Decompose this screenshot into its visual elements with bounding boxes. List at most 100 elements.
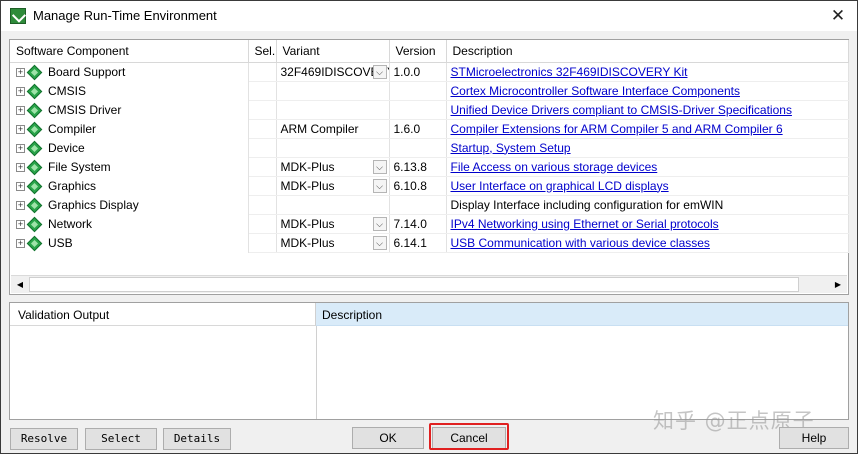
component-description-link[interactable]: User Interface on graphical LCD displays [451,179,669,193]
details-button[interactable]: Details [163,428,231,450]
col-header-variant[interactable]: Variant [276,40,390,63]
expand-plus-icon[interactable]: + [16,181,25,191]
component-variant-cell [276,100,390,120]
component-description-link[interactable]: USB Communication with various device cl… [451,236,710,250]
scroll-right-icon[interactable]: ▶ [830,277,846,292]
component-description-cell: USB Communication with various device cl… [446,233,849,253]
expand-plus-icon[interactable]: + [16,68,25,78]
component-sel-cell [248,62,277,82]
component-variant: MDK-Plus [280,178,335,193]
resolve-button[interactable]: Resolve [10,428,78,450]
component-table: Software Component Sel. Variant Version … [10,40,849,253]
expand-plus-icon[interactable]: + [16,105,25,115]
variant-chevron-down-icon[interactable]: ⌵ [372,159,387,174]
component-description-link[interactable]: Startup, System Setup [451,141,571,155]
component-variant-cell: ARM Compiler [276,119,390,139]
component-description-link[interactable]: IPv4 Networking using Ethernet or Serial… [451,217,719,231]
app-check-icon [10,8,26,24]
component-gem-icon [26,140,43,157]
component-row[interactable]: + Compiler ARM Compiler 1.6.0 Compiler Exten… [10,119,849,139]
expand-plus-icon[interactable]: + [16,238,25,248]
variant-chevron-down-icon[interactable]: ⌵ [372,216,387,231]
help-button[interactable]: Help [779,427,849,449]
component-version: 6.14.1 [389,233,447,253]
scrollbar-thumb[interactable] [29,277,799,292]
component-row[interactable]: + Graphics MDK-Plus ⌵ 6.10.8 User Interface o… [10,176,849,196]
variant-chevron-down-icon[interactable]: ⌵ [372,178,387,193]
component-sel-cell [248,81,277,101]
component-gem-icon [26,121,43,138]
component-description-cell: Unified Device Drivers compliant to CMSI… [446,100,849,120]
expand-plus-icon[interactable]: + [16,162,25,172]
col-header-software-component[interactable]: Software Component [10,40,249,63]
component-description-link[interactable]: Unified Device Drivers compliant to CMSI… [451,103,792,117]
component-row[interactable]: + Board Support 32F469IDISCOVERY ⌵ 1.0.0 STMi… [10,62,849,82]
variant-chevron-down-icon[interactable]: ⌵ [372,235,387,250]
component-gem-icon [26,159,43,176]
component-variant-cell[interactable]: MDK-Plus ⌵ [276,176,390,196]
component-version: 7.14.0 [389,214,447,234]
component-name-cell: + Board Support [10,62,249,81]
component-row[interactable]: + Network MDK-Plus ⌵ 7.14.0 IPv4 Networking u… [10,214,849,234]
close-icon[interactable]: ✕ [827,5,849,27]
expand-plus-icon[interactable]: + [16,219,25,229]
component-gem-icon [26,64,43,81]
component-version [389,100,447,120]
component-row[interactable]: + Graphics Display Display Interface inclu… [10,195,849,215]
component-row[interactable]: + Device Startup, System Setup [10,138,849,158]
col-header-version[interactable]: Version [389,40,447,63]
component-version [389,138,447,158]
col-header-validation-output[interactable]: Validation Output [10,303,316,326]
component-name: Graphics Display [48,197,139,212]
component-sel-cell [248,100,277,120]
component-row[interactable]: + USB MDK-Plus ⌵ 6.14.1 USB Communication wit… [10,233,849,253]
expand-plus-icon[interactable]: + [16,200,25,210]
ok-button[interactable]: OK [352,427,424,449]
component-name-cell: + USB [10,233,249,252]
component-row[interactable]: + CMSIS Driver Unified Device Drivers comp… [10,100,849,120]
component-gem-icon [26,102,43,119]
variant-chevron-down-icon[interactable]: ⌵ [372,64,387,79]
component-name-cell: + Graphics Display [10,195,249,214]
component-row[interactable]: + CMSIS Cortex Microcontroller Software In… [10,81,849,101]
component-name: Graphics [48,178,97,193]
component-variant-cell[interactable]: MDK-Plus ⌵ [276,214,390,234]
component-gem-icon [26,178,43,195]
component-name: CMSIS [48,83,87,98]
component-gem-icon [26,216,43,233]
component-version: 6.10.8 [389,176,447,196]
component-row[interactable]: + File System MDK-Plus ⌵ 6.13.8 File Access o… [10,157,849,177]
component-name-cell: + Graphics [10,176,249,195]
component-variant-cell[interactable]: MDK-Plus ⌵ [276,157,390,177]
component-description-link[interactable]: Cortex Microcontroller Software Interfac… [451,84,740,98]
expand-plus-icon[interactable]: + [16,124,25,134]
component-name-cell: + CMSIS Driver [10,100,249,119]
cancel-highlight-box [429,423,509,450]
component-sel-cell [248,138,277,158]
scroll-left-icon[interactable]: ◀ [12,277,28,292]
component-description-cell: STMicroelectronics 32F469IDISCOVERY Kit [446,62,849,82]
component-description-cell: IPv4 Networking using Ethernet or Serial… [446,214,849,234]
component-description-link[interactable]: File Access on various storage devices [451,160,658,174]
component-variant-cell[interactable]: MDK-Plus ⌵ [276,233,390,253]
title-bar: Manage Run-Time Environment ✕ [1,1,857,31]
component-name: Network [48,216,93,231]
expand-plus-icon[interactable]: + [16,86,25,96]
col-header-description[interactable]: Description [446,40,849,63]
component-description: Display Interface including configuratio… [450,197,724,212]
expand-plus-icon[interactable]: + [16,143,25,153]
component-description-cell: User Interface on graphical LCD displays [446,176,849,196]
component-description-cell: Compiler Extensions for ARM Compiler 5 a… [446,119,849,139]
component-name: USB [48,235,73,250]
component-variant-cell [276,138,390,158]
component-description-link[interactable]: Compiler Extensions for ARM Compiler 5 a… [451,122,783,136]
col-header-validation-description[interactable]: Description [316,303,848,326]
component-description-link[interactable]: STMicroelectronics 32F469IDISCOVERY Kit [451,65,688,79]
col-header-sel[interactable]: Sel. [248,40,277,63]
component-sel-cell [248,119,277,139]
component-variant-cell[interactable]: 32F469IDISCOVERY ⌵ [276,62,390,82]
component-version [389,195,447,215]
horizontal-scrollbar[interactable]: ◀ ▶ [11,275,847,293]
component-panel: Software Component Sel. Variant Version … [9,39,849,295]
select-packs-button[interactable]: Select P... [85,428,157,454]
